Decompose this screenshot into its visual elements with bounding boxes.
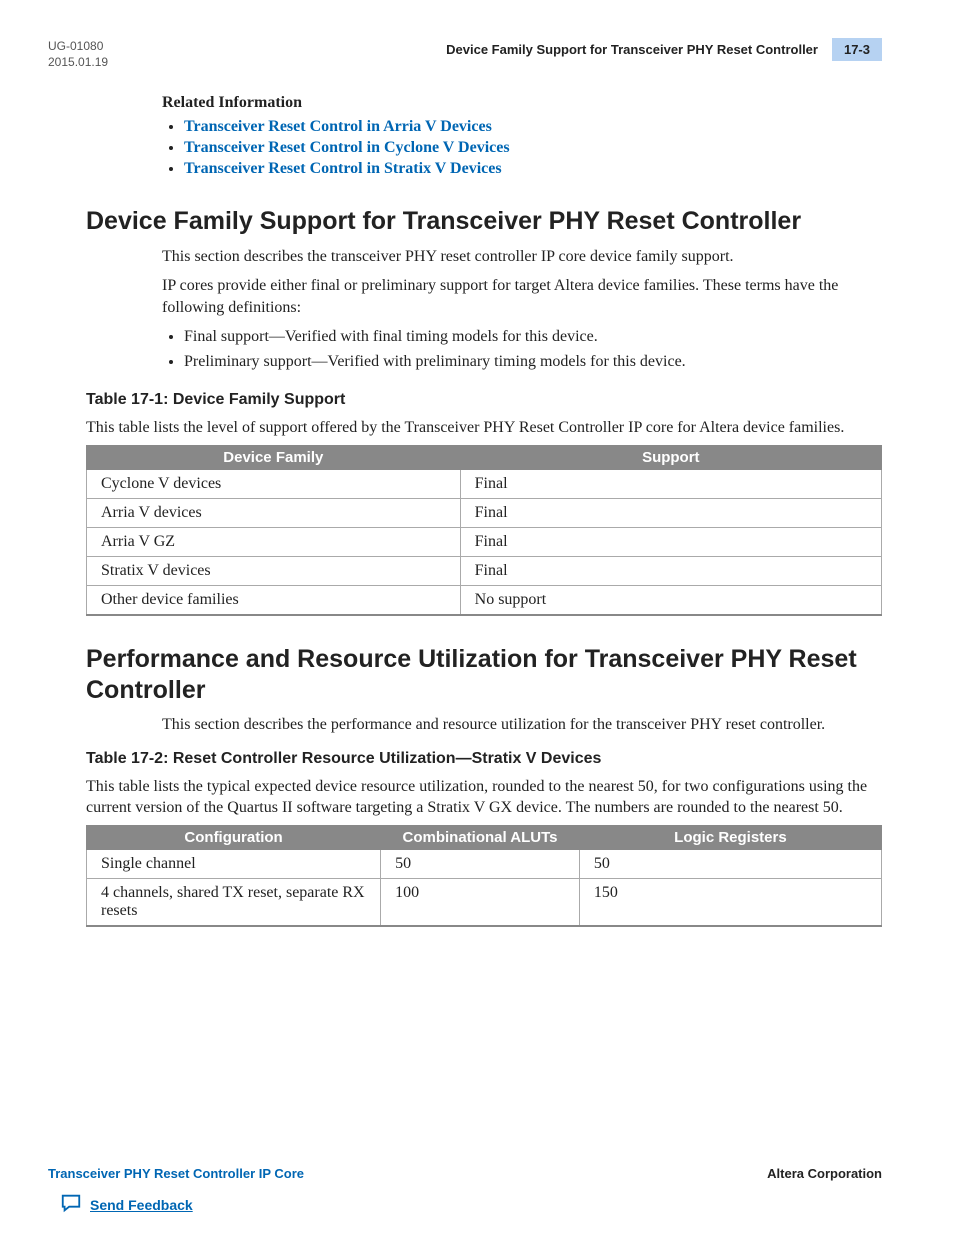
body-paragraph: This section describes the performance a… xyxy=(162,714,882,736)
body-paragraph: This section describes the transceiver P… xyxy=(162,246,882,268)
table-cell: Arria V GZ xyxy=(87,527,461,556)
table-caption: This table lists the level of support of… xyxy=(86,417,882,439)
table-cell: 4 channels, shared TX reset, separate RX… xyxy=(87,879,381,927)
table-title: Table 17-2: Reset Controller Resource Ut… xyxy=(86,750,882,768)
page-number: 17-3 xyxy=(832,38,882,61)
table-cell: 50 xyxy=(381,850,580,879)
table-row: Single channel 50 50 xyxy=(87,850,882,879)
table-cell: 100 xyxy=(381,879,580,927)
table-row: Stratix V devicesFinal xyxy=(87,556,882,585)
table-cell: Final xyxy=(460,527,881,556)
table-cell: Final xyxy=(460,556,881,585)
table-title: Table 17-1: Device Family Support xyxy=(86,391,882,409)
definitions-list: Final support—Verified with final timing… xyxy=(162,326,882,373)
table-row: 4 channels, shared TX reset, separate RX… xyxy=(87,879,882,927)
table-cell: 150 xyxy=(579,879,881,927)
section-heading-device-family: Device Family Support for Transceiver PH… xyxy=(86,206,882,237)
comment-icon xyxy=(60,1192,82,1217)
list-item: Transceiver Reset Control in Stratix V D… xyxy=(184,160,882,178)
header-right: Device Family Support for Transceiver PH… xyxy=(446,38,882,61)
related-link[interactable]: Transceiver Reset Control in Arria V Dev… xyxy=(184,118,492,135)
table-cell: Other device families xyxy=(87,585,461,615)
device-family-table: Device Family Support Cyclone V devicesF… xyxy=(86,445,882,616)
list-item: Preliminary support—Verified with prelim… xyxy=(184,351,882,373)
footer-right: Altera Corporation xyxy=(767,1166,882,1181)
related-info-heading: Related Information xyxy=(162,94,882,112)
table-cell: Cyclone V devices xyxy=(87,469,461,498)
list-item: Final support—Verified with final timing… xyxy=(184,326,882,348)
table-header: Logic Registers xyxy=(579,826,881,850)
body-paragraph: IP cores provide either final or prelimi… xyxy=(162,275,882,318)
page-footer: Transceiver PHY Reset Controller IP Core… xyxy=(48,1166,882,1181)
list-item: Transceiver Reset Control in Arria V Dev… xyxy=(184,118,882,136)
table-caption: This table lists the typical expected de… xyxy=(86,776,882,819)
table-cell: Stratix V devices xyxy=(87,556,461,585)
send-feedback-label: Send Feedback xyxy=(90,1197,193,1213)
related-link[interactable]: Transceiver Reset Control in Stratix V D… xyxy=(184,160,502,177)
table-row: Other device familiesNo support xyxy=(87,585,882,615)
table-row: Arria V GZFinal xyxy=(87,527,882,556)
table-cell: Arria V devices xyxy=(87,498,461,527)
resource-utilization-table: Configuration Combinational ALUTs Logic … xyxy=(86,825,882,927)
table-cell: Final xyxy=(460,469,881,498)
header-left: UG-01080 2015.01.19 xyxy=(48,38,108,70)
doc-id: UG-01080 xyxy=(48,38,108,54)
table-header: Support xyxy=(460,445,881,469)
table-cell: 50 xyxy=(579,850,881,879)
table-cell: No support xyxy=(460,585,881,615)
header-section-title: Device Family Support for Transceiver PH… xyxy=(446,42,818,57)
list-item: Transceiver Reset Control in Cyclone V D… xyxy=(184,139,882,157)
section-heading-performance: Performance and Resource Utilization for… xyxy=(86,644,882,707)
table-cell: Final xyxy=(460,498,881,527)
table-header: Combinational ALUTs xyxy=(381,826,580,850)
table-cell: Single channel xyxy=(87,850,381,879)
send-feedback-link[interactable]: Send Feedback xyxy=(60,1192,193,1217)
doc-date: 2015.01.19 xyxy=(48,54,108,70)
table-header: Device Family xyxy=(87,445,461,469)
related-link[interactable]: Transceiver Reset Control in Cyclone V D… xyxy=(184,139,510,156)
table-row: Cyclone V devicesFinal xyxy=(87,469,882,498)
table-header: Configuration xyxy=(87,826,381,850)
page-header: UG-01080 2015.01.19 Device Family Suppor… xyxy=(48,38,882,70)
table-row: Arria V devicesFinal xyxy=(87,498,882,527)
related-info-list: Transceiver Reset Control in Arria V Dev… xyxy=(162,118,882,178)
footer-left[interactable]: Transceiver PHY Reset Controller IP Core xyxy=(48,1166,304,1181)
